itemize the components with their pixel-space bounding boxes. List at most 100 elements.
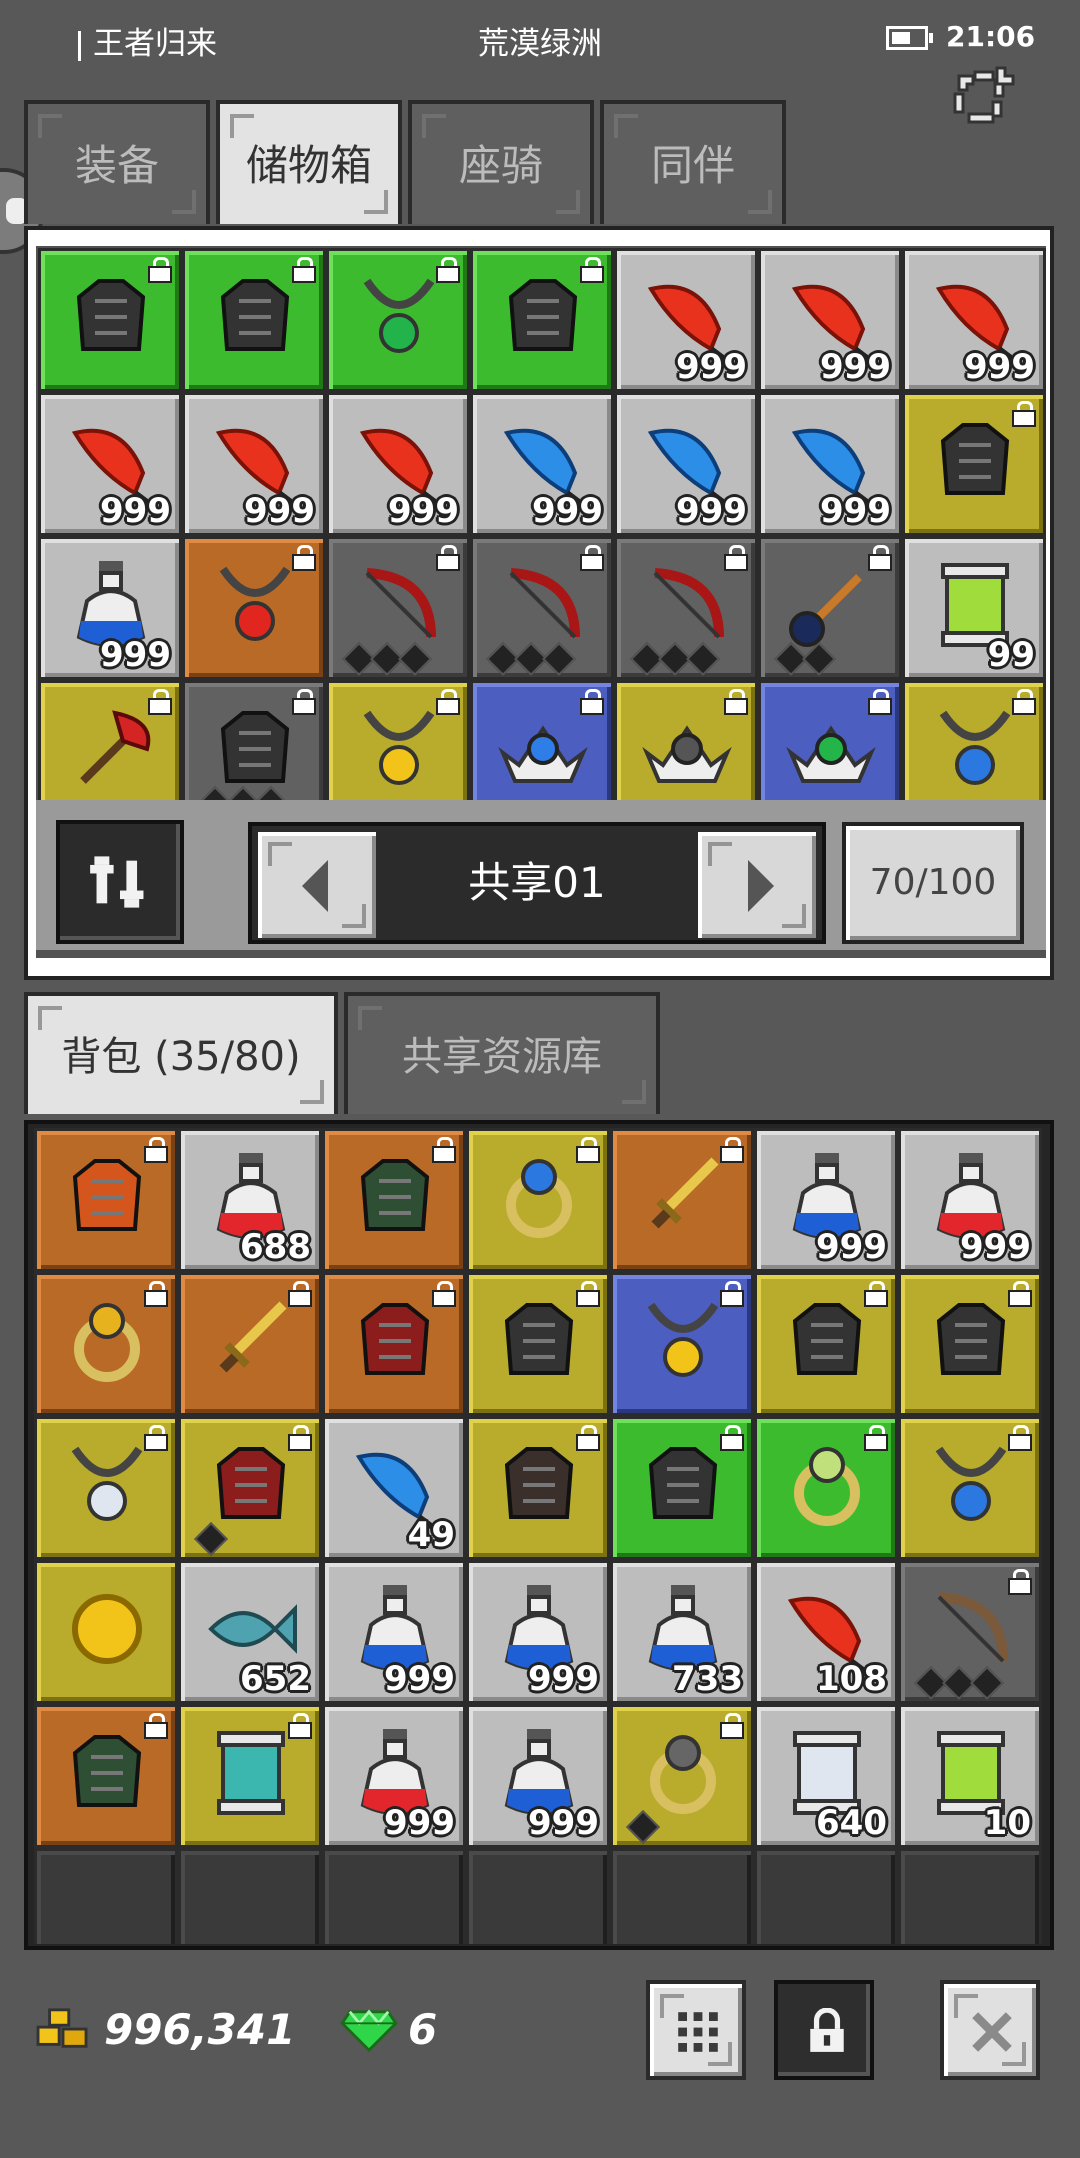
storage-slot[interactable]: 999 [758,392,902,536]
backpack-slot[interactable]: 999 [466,1560,610,1704]
storage-slot[interactable] [902,680,1046,800]
backpack-slot[interactable] [178,1704,322,1848]
backpack-slot[interactable] [610,1272,754,1416]
backpack-slot[interactable] [34,1704,178,1848]
storage-slot[interactable]: 999 [614,248,758,392]
backpack-slot[interactable] [178,1416,322,1560]
item-lock-icon [577,1281,599,1305]
storage-slot[interactable] [470,536,614,680]
item-lock-icon [869,689,891,713]
storage-slot[interactable]: 999 [614,392,758,536]
storage-slot[interactable] [470,248,614,392]
backpack-slot[interactable]: 733 [610,1560,754,1704]
storage-slot[interactable] [326,680,470,800]
backpack-slot[interactable] [34,1416,178,1560]
backpack-slot[interactable] [322,1848,466,1944]
backpack-slot[interactable] [34,1560,178,1704]
backpack-slot[interactable] [34,1272,178,1416]
enhance-gems [198,786,288,800]
backpack-slot[interactable] [610,1704,754,1848]
storage-slot[interactable] [326,536,470,680]
backpack-slot[interactable] [898,1560,1042,1704]
backpack-slot[interactable] [322,1272,466,1416]
refresh-icon[interactable] [945,62,1015,132]
storage-slot[interactable]: 99 [902,536,1046,680]
storage-slot[interactable]: 999 [38,536,182,680]
red-hat-icon [347,1293,443,1389]
backpack-slot[interactable]: 49 [322,1416,466,1560]
backpack-slot[interactable]: 999 [322,1560,466,1704]
backpack-slot[interactable] [34,1128,178,1272]
backpack-slot[interactable] [754,1416,898,1560]
storage-slot[interactable] [614,536,758,680]
backpack-slot[interactable]: 999 [898,1128,1042,1272]
tab-backpack[interactable]: 背包 (35/80) [24,992,338,1114]
backpack-slot[interactable]: 652 [178,1560,322,1704]
storage-slot[interactable] [38,248,182,392]
storage-slot[interactable]: 999 [902,248,1046,392]
backpack-slot[interactable] [610,1848,754,1944]
storage-slot[interactable] [902,392,1046,536]
backpack-slot[interactable] [610,1416,754,1560]
storage-slot[interactable]: 999 [182,392,326,536]
tab-mount[interactable]: 座骑 [408,100,594,224]
backpack-slot[interactable]: 999 [466,1704,610,1848]
item-lock-icon [437,257,459,281]
storage-capacity: 70/100 [842,822,1024,944]
transfer-button[interactable] [56,820,184,944]
backpack-slot[interactable] [466,1128,610,1272]
prev-page-button[interactable] [258,832,376,938]
backpack-slot[interactable] [34,1848,178,1944]
enhance-gems [626,1810,660,1844]
backpack-slot[interactable] [466,1416,610,1560]
storage-slot[interactable]: 999 [326,392,470,536]
item-quantity: 10 [983,1803,1031,1843]
storage-slot[interactable] [182,536,326,680]
backpack-slot[interactable] [322,1128,466,1272]
tab-storage[interactable]: 储物箱 [216,100,402,224]
backpack-slot[interactable] [898,1848,1042,1944]
backpack-slot[interactable]: 999 [754,1128,898,1272]
close-button[interactable] [940,1980,1040,2080]
storage-slot[interactable]: 999 [38,392,182,536]
backpack-slot[interactable]: 999 [322,1704,466,1848]
backpack-slot[interactable] [178,1272,322,1416]
gem-icon [340,2009,398,2053]
storage-slot[interactable]: 999 [470,392,614,536]
sort-grid-button[interactable] [646,1980,746,2080]
backpack-slot[interactable] [898,1272,1042,1416]
storage-slot[interactable]: 999 [758,248,902,392]
backpack-slot[interactable] [466,1848,610,1944]
storage-slot[interactable] [758,680,902,800]
dragon-scroll-icon [203,1725,299,1821]
backpack-slot[interactable] [754,1848,898,1944]
backpack-slot[interactable]: 10 [898,1704,1042,1848]
backpack-slot[interactable] [610,1128,754,1272]
storage-slot[interactable] [326,248,470,392]
backpack-slot[interactable] [466,1272,610,1416]
storage-slot[interactable] [38,680,182,800]
next-page-button[interactable] [698,832,816,938]
tab-companion[interactable]: 同伴 [600,100,786,224]
backpack-slot[interactable] [898,1416,1042,1560]
backpack-slot[interactable]: 640 [754,1704,898,1848]
storage-slot[interactable] [758,536,902,680]
backpack-slot[interactable] [178,1848,322,1944]
tab-label: 座骑 [458,141,543,190]
gold-coin-icon [59,1581,155,1677]
backpack-slot[interactable]: 108 [754,1560,898,1704]
storage-slot[interactable] [470,680,614,800]
item-lock-icon [293,545,315,569]
item-lock-icon [869,545,891,569]
storage-slot[interactable] [614,680,758,800]
item-quantity: 999 [820,347,891,387]
item-quantity: 733 [672,1659,743,1699]
storage-slot[interactable] [182,248,326,392]
lock-mode-button[interactable] [774,1980,874,2080]
storage-slot[interactable] [182,680,326,800]
backpack-slot[interactable]: 688 [178,1128,322,1272]
backpack-slot[interactable] [754,1272,898,1416]
item-lock-icon [289,1425,311,1449]
tab-shared-resources[interactable]: 共享资源库 [344,992,660,1114]
tab-equipment[interactable]: 装备 [24,100,210,224]
